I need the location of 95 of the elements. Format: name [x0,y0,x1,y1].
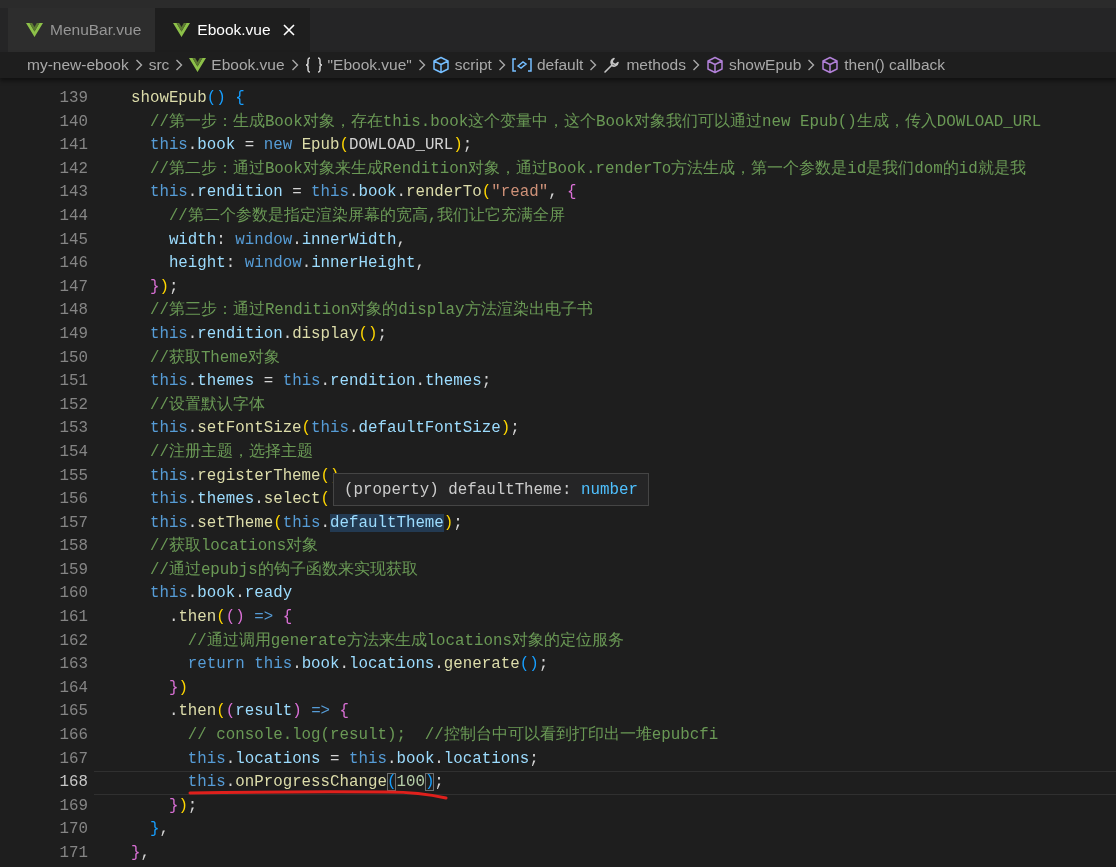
line-number: 153 [58,418,88,440]
code-line: //获取Theme对象 [148,347,281,369]
line-number: 154 [58,441,88,463]
breadcrumb-item[interactable]: methods [603,56,686,74]
code-line: this.rendition = this.book.renderTo("read", { [148,182,577,204]
code-line: this.locations = this.book.locations; [186,748,539,770]
line-number: 148 [58,300,88,322]
code-line: this.book = new Epub(DOWLOAD_URL); [148,135,473,157]
breadcrumb-item[interactable]: src [148,56,170,74]
chevron-icon [497,59,506,71]
line-number: 162 [58,630,88,652]
editor-tab[interactable]: MenuBar.vue [8,8,156,52]
vue-icon [26,23,43,37]
code-line: return this.book.locations.generate(); [186,654,549,676]
editor-tab[interactable]: Ebook.vue [155,8,310,52]
line-number: 141 [58,135,88,157]
line-number: 167 [58,748,88,770]
line-number: 161 [58,607,88,629]
code-line: this.onProgressChange(100); [186,772,444,794]
chevron-icon [691,59,700,71]
chevron-icon [807,59,816,71]
code-line: this.setFontSize(this.defaultFontSize); [148,418,520,440]
code-line: }); [148,276,179,298]
line-number: 163 [58,654,88,676]
line-number: 147 [58,276,88,298]
line-number: 139 [58,88,88,109]
chevron-icon [589,59,598,71]
code-line: this.rendition.display(); [148,323,387,345]
line-number: 157 [58,512,88,534]
code-line: //通过epubjs的钩子函数来实现获取 [148,559,418,581]
wrench-icon [603,56,622,74]
line-number: 168 [58,772,88,794]
chevron-icon [175,59,184,71]
code-line: //注册主题，选择主题 [148,441,313,463]
line-number: 160 [58,583,88,605]
code-line: this.book.ready [148,583,293,605]
line-number: 165 [58,701,88,723]
breadcrumb-item[interactable]: showEpub [705,56,802,74]
code-line: showEpub() { [129,88,245,109]
line-number: 151 [58,371,88,393]
code-line: //通过调用generate方法来生成locations对象的定位服务 [186,630,624,652]
line-number: 164 [58,677,88,699]
chevron-icon [290,59,299,71]
cube-icon [705,56,724,74]
line-number: 170 [58,819,88,841]
breadcrumb-item[interactable]: default [511,56,584,74]
code-line: //第三步：通过Rendition对象的display方法渲染出电子书 [148,299,593,322]
line-number: 159 [58,559,88,581]
line-number: 144 [58,205,88,227]
breadcrumb-item[interactable]: script [431,56,492,74]
line-number: 149 [58,323,88,345]
code-line: this.setTheme(this.defaultTheme); [148,512,463,534]
cube-icon [821,56,840,74]
code-line: // console.log(result); //控制台中可以看到打印出一堆epubcfi [186,725,719,747]
chevron-icon [417,59,426,71]
line-number: 146 [58,253,88,275]
module-icon [511,57,532,73]
code-line: width: window.innerWidth, [167,229,406,251]
breadcrumb-item[interactable]: then() callback [821,56,946,74]
code-line: height: window.innerHeight, [167,253,425,275]
line-number: 140 [58,111,88,133]
code-line: //第一步：生成Book对象，存在this.book这个变量中，这个Book对象我们可以通过new Epub()生成，传入DOWLOAD_URL [148,111,1042,133]
code-line: this.themes.select( [148,489,331,511]
code-line: //第二个参数是指定渲染屏幕的宽高,我们让它充满全屏 [167,205,566,227]
line-number: 158 [58,536,88,558]
line-number: 142 [58,158,88,180]
code-line: }) [167,677,188,699]
breadcrumb-item[interactable]: "Ebook.vue" [304,56,412,74]
line-number: 171 [58,843,88,864]
line-number: 150 [58,347,88,369]
breadcrumb-item[interactable]: Ebook.vue [189,56,285,74]
chevron-icon [134,59,143,71]
line-number: 152 [58,394,88,416]
code-line: .then(() => { [167,607,293,629]
line-number: 155 [58,465,88,487]
vue-icon [189,58,207,72]
braces-icon [304,57,323,73]
line-number: 145 [58,229,88,251]
code-line: }, [148,819,169,841]
breadcrumb-item[interactable]: my-new-ebook [27,56,129,74]
code-line: this.themes = this.rendition.themes; [148,371,492,393]
code-line: //获取locations对象 [148,535,319,558]
code-line: //第二步：通过Book对象来生成Rendition对象，通过Book.renderTo方法生成，第一个参数是id是我们dom的id就是我 [148,158,1026,180]
line-number: 169 [58,795,88,817]
line-number: 166 [58,725,88,747]
code-line: //设置默认字体 [148,394,265,416]
code-line: }, [129,843,150,864]
line-number: 143 [58,182,88,204]
line-number: 156 [58,489,88,511]
cube-icon [431,56,450,74]
code-line: }); [167,795,198,817]
close-icon[interactable] [281,23,296,37]
hover-tooltip: (property) defaultTheme: number [333,473,649,506]
code-line: .then((result) => { [167,701,350,723]
vue-icon [173,23,191,37]
